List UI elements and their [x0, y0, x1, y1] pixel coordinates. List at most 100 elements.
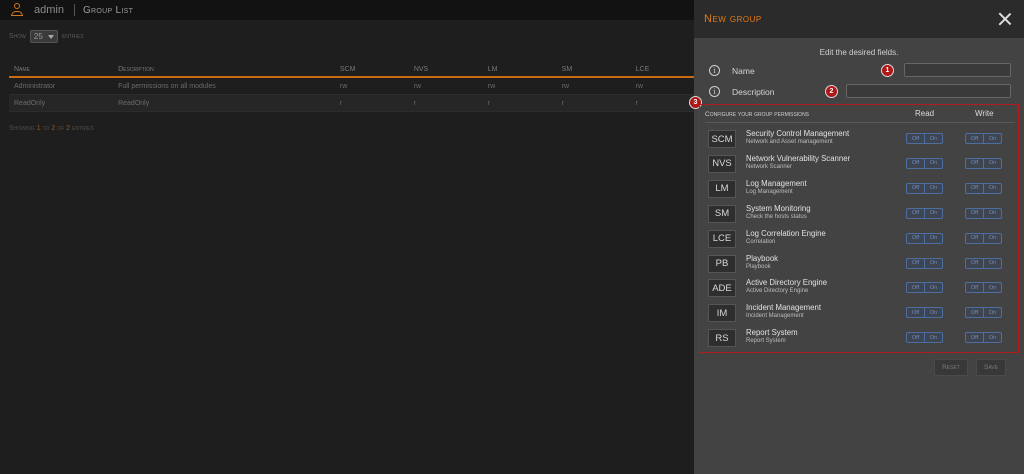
toggle-on[interactable]: On	[983, 308, 1001, 318]
module-row-lce: LCE Log Correlation Engine Correlation Off O…	[706, 228, 1012, 252]
toggle-on[interactable]: On	[924, 283, 942, 293]
read-toggle[interactable]: Off On	[906, 133, 943, 144]
cell-nvs: rw	[413, 82, 422, 90]
column-header-scm[interactable]: SCM	[340, 66, 414, 73]
toggle-off[interactable]: Off	[907, 283, 924, 292]
toggle-on[interactable]: On	[924, 333, 942, 343]
toggle-off[interactable]: Off	[966, 283, 983, 292]
cell-name: ReadOnly	[14, 99, 46, 107]
module-code: SCM	[708, 130, 736, 148]
close-icon[interactable]	[998, 12, 1012, 26]
table-row[interactable]: ReadOnly ReadOnly r r r r r	[9, 95, 694, 112]
entries-label: entries	[61, 33, 84, 40]
toggle-off[interactable]: Off	[907, 234, 924, 243]
write-toggle[interactable]: Off On	[965, 257, 1002, 269]
toggle-off[interactable]: Off	[966, 308, 983, 317]
info-from: 1	[36, 125, 41, 132]
toggle-on[interactable]: On	[924, 258, 942, 268]
table-header: Name Description SCM NVS LM SM LCE	[9, 62, 694, 78]
toggle-off[interactable]: Off	[966, 234, 983, 243]
toggle-on[interactable]: On	[983, 134, 1001, 143]
toggle-on[interactable]: On	[983, 333, 1001, 343]
read-toggle[interactable]: Off On	[906, 182, 943, 194]
write-toggle[interactable]: Off On	[965, 282, 1002, 294]
module-row-im: IM Incident Management Incident Management…	[706, 302, 1012, 326]
toggle-off[interactable]: Off	[966, 134, 983, 143]
module-subtitle: Check the hosts status	[746, 213, 807, 220]
column-header-lce[interactable]: LCE	[636, 66, 694, 73]
toggle-off[interactable]: Off	[966, 159, 983, 168]
toggle-on[interactable]: On	[983, 233, 1001, 243]
read-toggle[interactable]: Off On	[906, 257, 943, 269]
write-toggle[interactable]: Off On	[965, 232, 1002, 244]
toggle-off[interactable]: Off	[907, 134, 924, 143]
module-title: Playbook	[746, 253, 779, 263]
column-header-nvs[interactable]: NVS	[414, 66, 488, 73]
toggle-on[interactable]: On	[983, 283, 1001, 293]
entries-length-control: Show 25 entries	[9, 30, 84, 43]
write-toggle[interactable]: Off On	[965, 332, 1002, 344]
write-toggle[interactable]: Off On	[965, 157, 1002, 169]
toggle-on[interactable]: On	[983, 208, 1001, 218]
user-icon[interactable]	[10, 3, 24, 17]
toggle-off[interactable]: Off	[907, 159, 924, 168]
cell-lm: rw	[487, 82, 496, 90]
read-toggle[interactable]: Off On	[906, 307, 943, 319]
read-toggle[interactable]: Off On	[906, 282, 943, 294]
info-suffix: entries	[72, 125, 94, 132]
module-title: Incident Management	[746, 303, 821, 313]
description-input[interactable]	[846, 84, 1011, 98]
toggle-off[interactable]: Off	[966, 209, 983, 218]
module-subtitle: Log Management	[746, 188, 793, 195]
toggle-on[interactable]: On	[983, 183, 1001, 193]
toggle-off[interactable]: Off	[966, 184, 983, 193]
toggle-off[interactable]: Off	[907, 333, 924, 342]
module-title: Report System	[746, 328, 798, 338]
save-button[interactable]: Save	[976, 359, 1006, 376]
read-toggle[interactable]: Off On	[906, 157, 943, 169]
toggle-on[interactable]: On	[924, 158, 942, 168]
name-input[interactable]	[904, 63, 1011, 77]
reset-button[interactable]: Reset	[934, 359, 968, 376]
breadcrumb: Group List	[82, 4, 134, 16]
toggle-on[interactable]: On	[924, 208, 942, 218]
toggle-off[interactable]: Off	[966, 333, 983, 342]
write-toggle[interactable]: Off On	[965, 207, 1002, 219]
module-code: NVS	[708, 154, 736, 173]
read-toggle[interactable]: Off On	[906, 332, 943, 344]
column-header-description[interactable]: Description	[118, 66, 340, 73]
table-row[interactable]: Administrator Full permissions on all mo…	[9, 78, 694, 95]
toggle-off[interactable]: Off	[907, 209, 924, 218]
read-toggle[interactable]: Off On	[906, 207, 943, 219]
toggle-on[interactable]: On	[924, 183, 942, 193]
toggle-on[interactable]: On	[924, 308, 942, 318]
toggle-off[interactable]: Off	[907, 308, 924, 317]
toggle-off[interactable]: Off	[966, 259, 983, 268]
module-code: IM	[708, 304, 736, 323]
write-toggle[interactable]: Off On	[965, 307, 1002, 319]
description-label: Description	[732, 86, 775, 97]
username[interactable]: admin	[34, 4, 64, 16]
toggle-on[interactable]: On	[924, 233, 942, 243]
read-toggle[interactable]: Off On	[906, 232, 943, 244]
column-header-sm[interactable]: SM	[562, 66, 636, 73]
marker-1: 1	[881, 64, 894, 77]
marker-2: 2	[825, 85, 838, 98]
module-code: RS	[708, 329, 736, 348]
cell-lm: r	[487, 99, 491, 107]
column-header-lm[interactable]: LM	[488, 66, 562, 73]
toggle-on[interactable]: On	[983, 158, 1001, 168]
toggle-on[interactable]: On	[924, 134, 942, 143]
column-header-name[interactable]: Name	[9, 66, 118, 73]
cell-name: Administrator	[14, 82, 56, 90]
module-subtitle: Report System	[746, 338, 786, 345]
toggle-on[interactable]: On	[983, 258, 1001, 268]
entries-value: 25	[33, 32, 43, 41]
toggle-off[interactable]: Off	[907, 184, 924, 193]
write-toggle[interactable]: Off On	[965, 182, 1002, 194]
module-row-lm: LM Log Management Log Management Off On Off On	[706, 178, 1012, 202]
entries-select[interactable]: 25	[29, 30, 58, 43]
toggle-off[interactable]: Off	[907, 259, 924, 268]
description-field-label: i Description	[709, 86, 775, 97]
write-toggle[interactable]: Off On	[965, 133, 1002, 144]
